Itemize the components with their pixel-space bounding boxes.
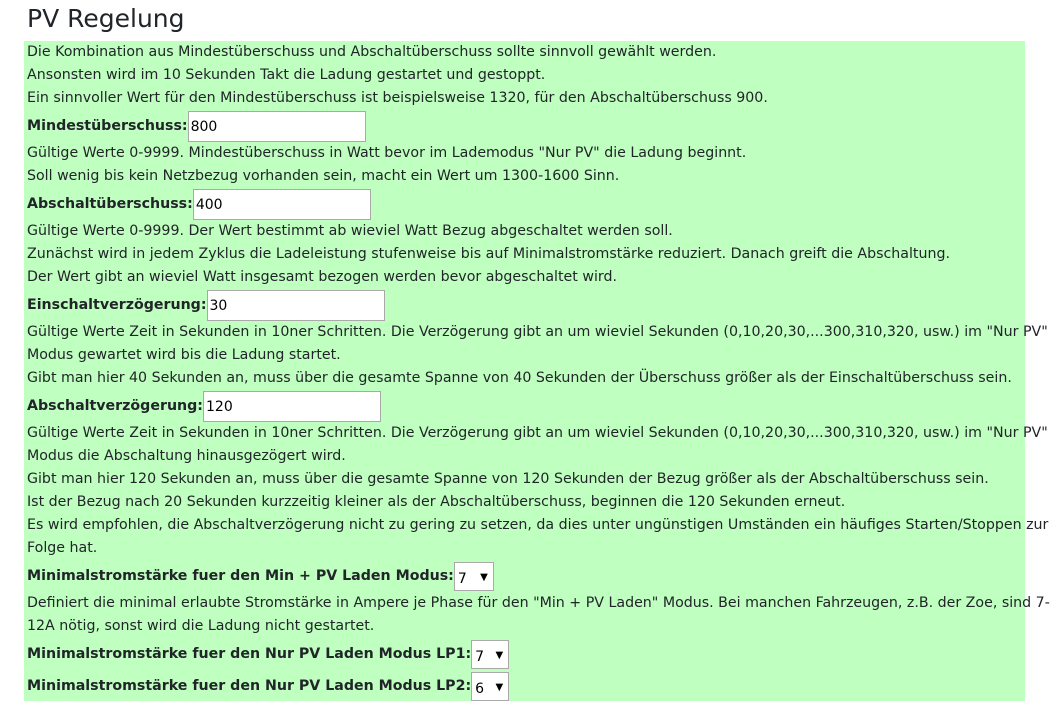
abschaltverzoegerung-label: Abschaltverzögerung: (27, 397, 203, 414)
nurpv-lp1-label: Minimalstromstärke fuer den Nur PV Laden… (27, 645, 472, 662)
nurpv-lp2-row: Minimalstromstärke fuer den Nur PV Laden… (27, 670, 1022, 702)
abschaltueberschuss-row: Abschaltüberschuss: (27, 188, 1022, 220)
abschaltueberschuss-label: Abschaltüberschuss: (27, 195, 193, 212)
mindestueberschuss-row: Mindestüberschuss: (27, 110, 1022, 142)
chevron-down-icon: ▼ (480, 571, 488, 583)
min-pv-mode-help-2: 12A nötig, sonst wird die Ladung nicht g… (27, 618, 375, 634)
chevron-down-icon: ▼ (495, 681, 504, 693)
abschaltverzoegerung-help-1: Gültige Werte Zeit in Sekunden in 10ner … (27, 425, 1048, 441)
abschaltverzoegerung-row: Abschaltverzögerung: (27, 390, 1022, 422)
abschaltverzoegerung-input[interactable] (203, 390, 381, 422)
abschaltueberschuss-help-2: Zunächst wird in jedem Zyklus die Ladele… (27, 246, 950, 262)
abschaltverzoegerung-help-2: Modus die Abschaltung hinausgezögert wir… (27, 448, 346, 464)
abschaltverzoegerung-help-4: Ist der Bezug nach 20 Sekunden kurzzeiti… (27, 494, 846, 510)
abschaltverzoegerung-help-6: Folge hat. (27, 540, 98, 556)
intro-line-3: Ein sinnvoller Wert für den Mindestübers… (27, 90, 768, 106)
nurpv-lp1-selected-value: 7 (475, 648, 485, 665)
pv-settings-panel: Die Kombination aus Mindestüberschuss un… (24, 41, 1050, 702)
page-title: PV Regelung (27, 4, 185, 33)
min-pv-mode-help-1: Definiert die minimal erlaubte Stromstär… (27, 595, 1050, 611)
einschaltverzoegerung-row: Einschaltverzögerung: (27, 289, 1022, 321)
mindestueberschuss-help-1: Gültige Werte 0-9999. Mindestüberschuss … (27, 145, 747, 161)
mindestueberschuss-help-2: Soll wenig bis kein Netzbezug vorhanden … (27, 168, 620, 184)
einschaltverzoegerung-label: Einschaltverzögerung: (27, 296, 207, 313)
mindestueberschuss-label: Mindestüberschuss: (27, 117, 188, 134)
min-pv-mode-label: Minimalstromstärke fuer den Min + PV Lad… (27, 567, 454, 584)
abschaltverzoegerung-help-3: Gibt man hier 120 Sekunden an, muss über… (27, 471, 989, 487)
mindestueberschuss-input[interactable] (187, 110, 366, 142)
abschaltueberschuss-help-1: Gültige Werte 0-9999. Der Wert bestimmt … (27, 223, 673, 239)
nurpv-lp2-label: Minimalstromstärke fuer den Nur PV Laden… (27, 677, 472, 694)
nurpv-lp1-select[interactable]: 7 ▼ (471, 639, 510, 669)
nurpv-lp2-selected-value: 6 (475, 680, 485, 697)
abschaltueberschuss-input[interactable] (192, 188, 371, 220)
abschaltverzoegerung-help-5: Es wird empfohlen, die Abschaltverzögeru… (27, 517, 1049, 533)
nurpv-lp1-row: Minimalstromstärke fuer den Nur PV Laden… (27, 638, 1022, 670)
einschaltverzoegerung-help-1: Gültige Werte Zeit in Sekunden in 10ner … (27, 324, 1048, 340)
intro-line-1: Die Kombination aus Mindestüberschuss un… (27, 44, 717, 60)
min-pv-mode-select[interactable]: 7 ▼ (453, 561, 494, 591)
intro-line-2: Ansonsten wird im 10 Sekunden Takt die L… (27, 67, 546, 83)
einschaltverzoegerung-input[interactable] (206, 289, 385, 321)
nurpv-lp2-select[interactable]: 6 ▼ (471, 671, 510, 701)
abschaltueberschuss-help-3: Der Wert gibt an wieviel Watt insgesamt … (27, 269, 617, 285)
chevron-down-icon: ▼ (495, 649, 504, 661)
min-pv-mode-row: Minimalstromstärke fuer den Min + PV Lad… (27, 560, 1022, 592)
min-pv-mode-selected-value: 7 (457, 570, 467, 587)
einschaltverzoegerung-help-3: Gibt man hier 40 Sekunden an, muss über … (27, 370, 1012, 386)
einschaltverzoegerung-help-2: Modus gewartet wird bis die Ladung start… (27, 347, 341, 363)
